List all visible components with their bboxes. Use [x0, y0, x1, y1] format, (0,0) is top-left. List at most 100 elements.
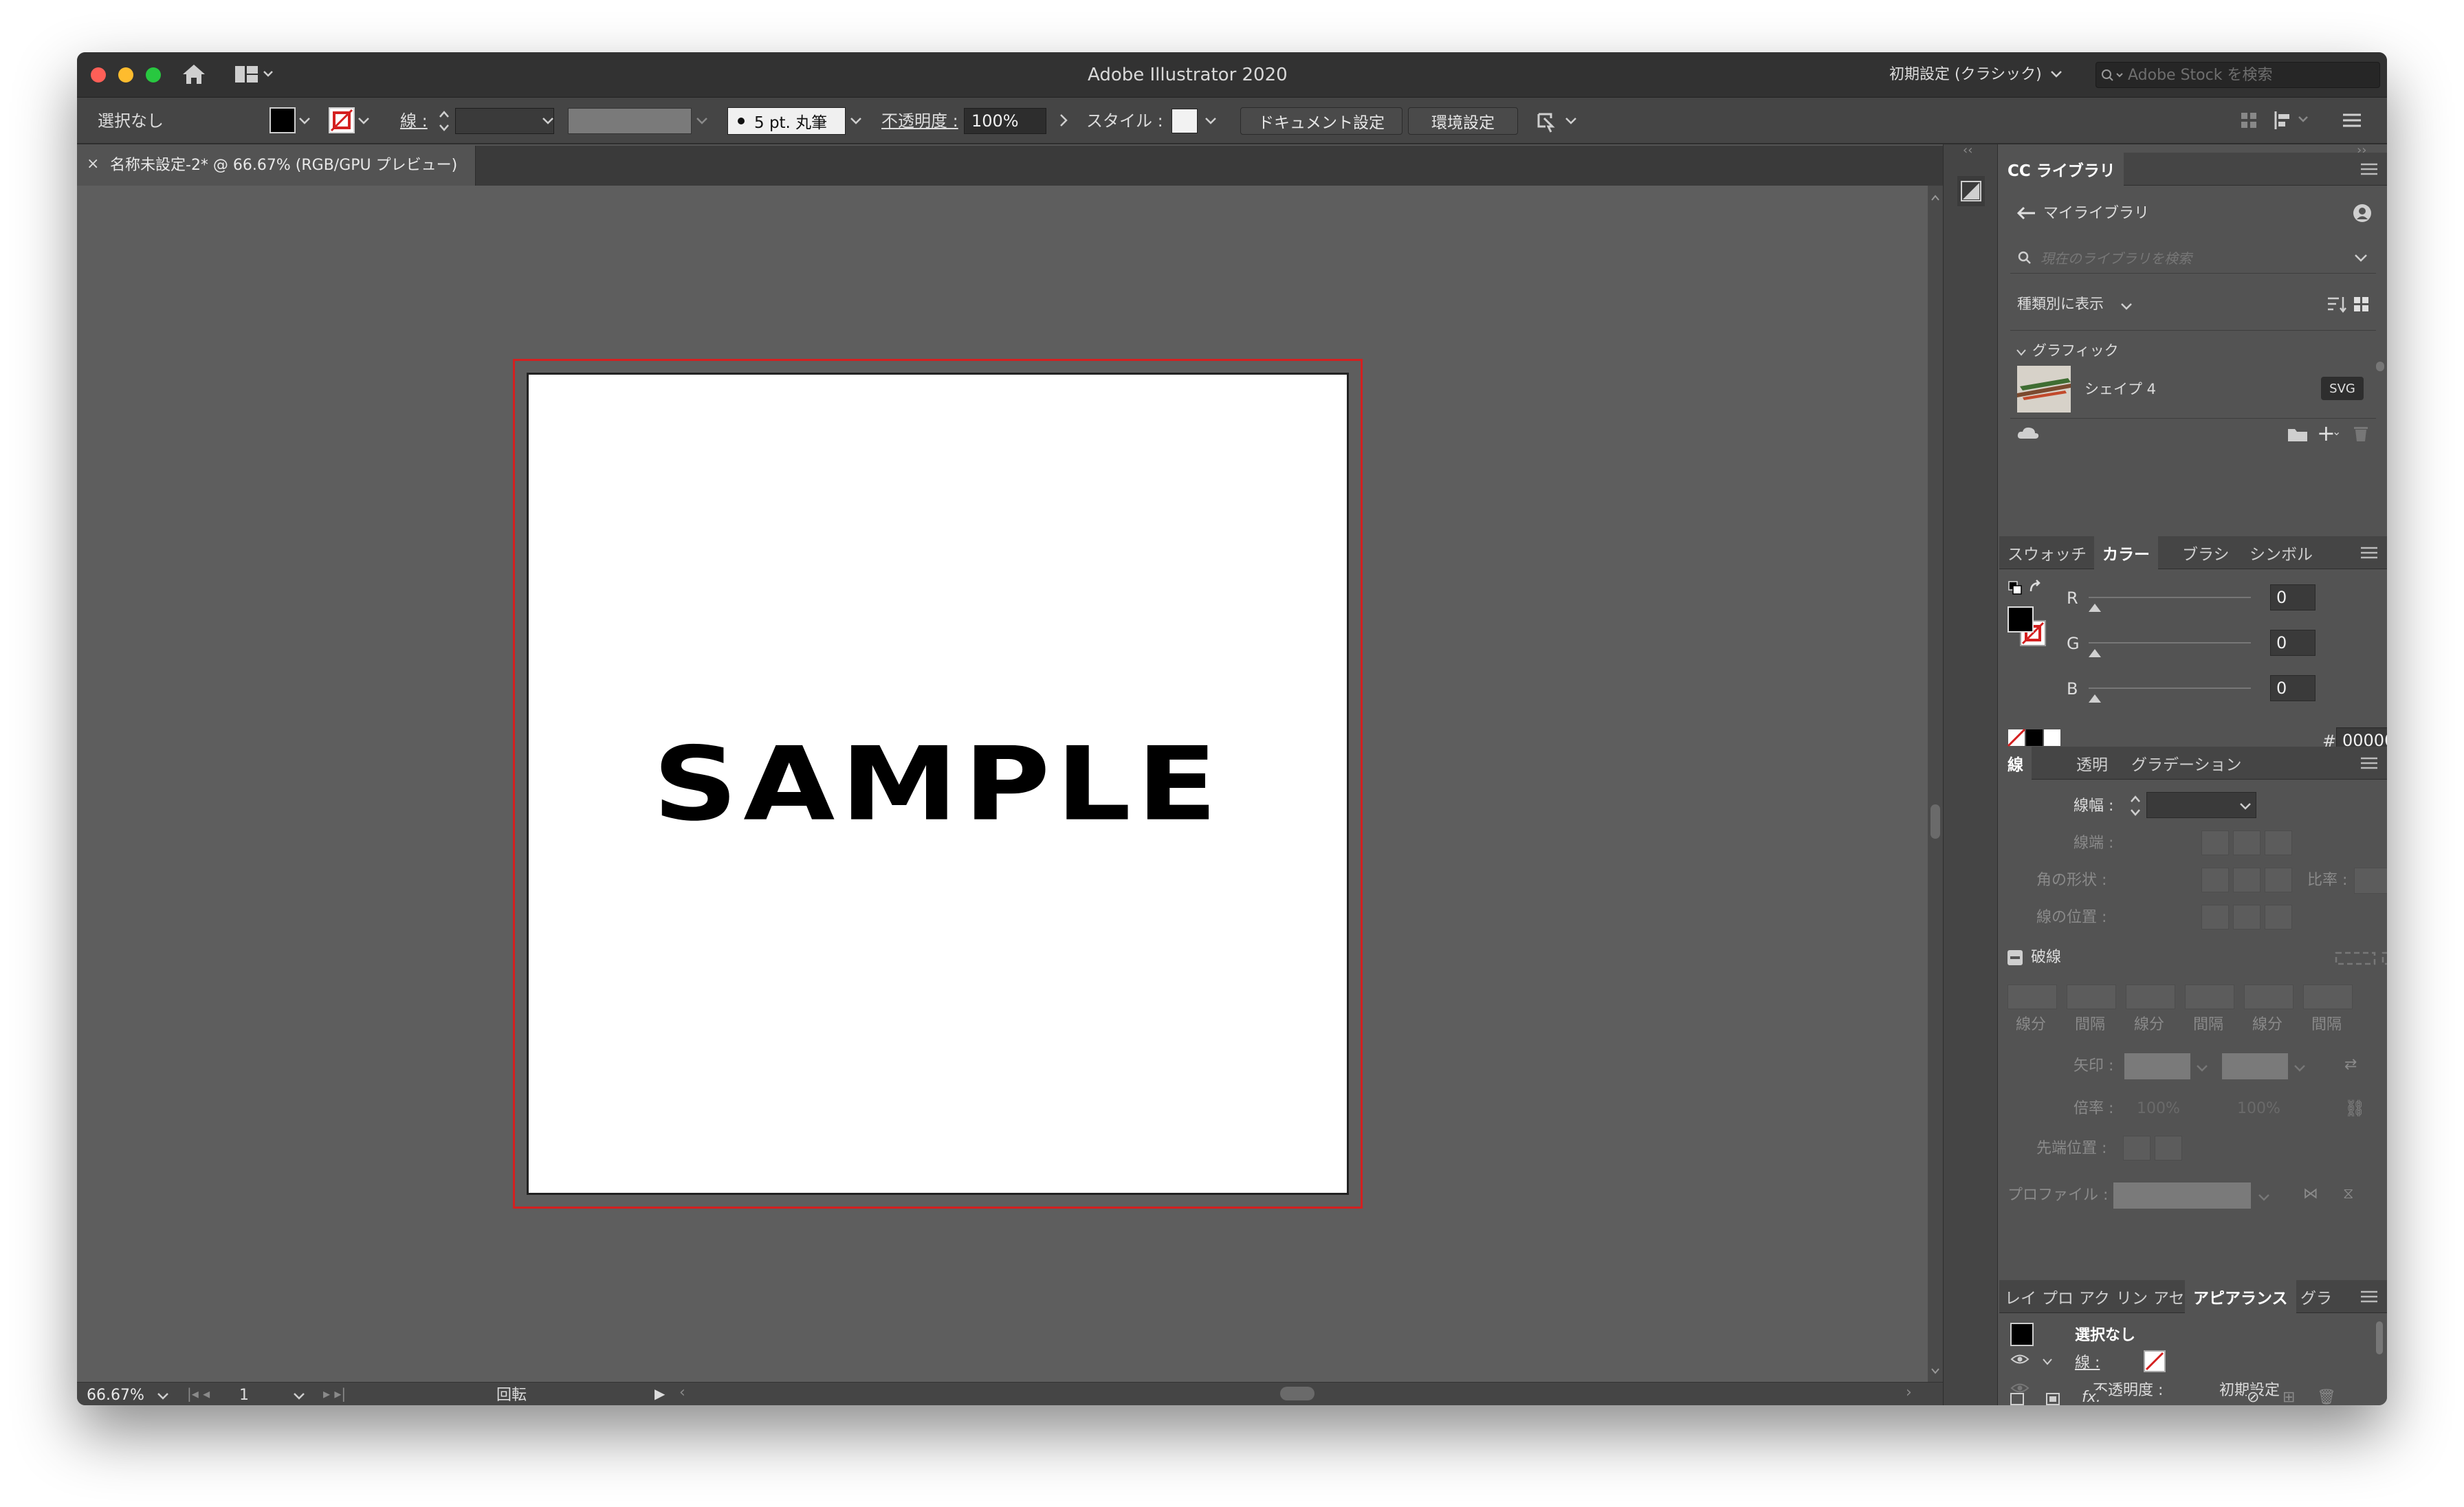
- delete-trash-icon[interactable]: [2353, 425, 2369, 446]
- r-slider[interactable]: [2089, 597, 2251, 598]
- artboard[interactable]: SAMPLE: [527, 373, 1349, 1195]
- b-slider[interactable]: [2089, 688, 2251, 689]
- brush-definition[interactable]: 5 pt. 丸筆: [727, 107, 846, 135]
- workspace-switcher[interactable]: 初期設定 (クラシック): [1889, 67, 2042, 82]
- add-chevron-icon[interactable]: ⌄: [2332, 426, 2341, 437]
- g-slider[interactable]: [2089, 642, 2251, 644]
- stroke-weight-input[interactable]: [455, 108, 554, 134]
- stroke-weight-chevron-icon[interactable]: [542, 116, 554, 129]
- sample-artwork-text[interactable]: SAMPLE: [652, 725, 1222, 844]
- artboard-chevron-icon[interactable]: [293, 1391, 305, 1404]
- cc-libraries-menu-icon[interactable]: [2361, 162, 2377, 179]
- section-collapse-chevron-icon[interactable]: [2016, 346, 2027, 360]
- align-stroke-buttons[interactable]: [2201, 905, 2294, 930]
- cc-libraries-tab[interactable]: CC ライブラリ: [1999, 153, 2124, 186]
- weight-chevron-icon[interactable]: [2239, 802, 2252, 811]
- cc-libraries-panel-icon[interactable]: [1957, 176, 1985, 206]
- control-bar-menu-icon[interactable]: [2343, 113, 2361, 131]
- view-by-type-dropdown[interactable]: 種類別に表示: [2017, 297, 2104, 311]
- scroll-right-icon[interactable]: ›: [1906, 1385, 1912, 1400]
- opacity-input[interactable]: 100%: [964, 108, 1046, 134]
- stroke-weight-field[interactable]: [2146, 792, 2256, 818]
- end-arrow-chevron-icon[interactable]: [2294, 1063, 2306, 1076]
- add-new-fill-icon[interactable]: [2046, 1393, 2060, 1405]
- dashed-line-checkbox[interactable]: [2008, 950, 2023, 965]
- width-profile-select[interactable]: [2113, 1182, 2251, 1209]
- dash-field-1[interactable]: [2008, 984, 2057, 1009]
- symbols-tab[interactable]: シンボル: [2241, 536, 2321, 569]
- fill-dropdown-chevron-icon[interactable]: [298, 116, 311, 129]
- r-value-input[interactable]: 0: [2270, 584, 2316, 610]
- stroke-panel-menu-icon[interactable]: [2361, 756, 2377, 773]
- fill-color-box[interactable]: [2008, 606, 2034, 632]
- library-search-field[interactable]: 現在のライブラリを検索: [2010, 242, 2376, 274]
- collaborators-icon[interactable]: [2351, 202, 2373, 227]
- swap-arrowheads-icon[interactable]: ⇄: [2344, 1057, 2357, 1072]
- opacity-arrow-icon[interactable]: [1059, 113, 1068, 131]
- miter-ratio-field[interactable]: [2354, 868, 2387, 894]
- gradient-tab[interactable]: グラデーション: [2123, 747, 2250, 780]
- first-artboard-icon[interactable]: |◂ ◂: [187, 1387, 210, 1400]
- end-arrowhead-select[interactable]: [2222, 1053, 2288, 1079]
- cap-buttons[interactable]: [2201, 830, 2294, 855]
- document-setup-button[interactable]: ドキュメント設定: [1240, 107, 1402, 135]
- horizontal-scroll-thumb[interactable]: [1280, 1387, 1314, 1400]
- g-value-input[interactable]: 0: [2270, 630, 2316, 656]
- stroke-none-swatch[interactable]: [329, 107, 355, 133]
- visibility-eye-icon[interactable]: [2010, 1353, 2030, 1368]
- dash-field-2[interactable]: [2126, 984, 2175, 1009]
- weight-stepper-icon[interactable]: [2128, 792, 2142, 822]
- graphic-style-swatch[interactable]: [1172, 109, 1198, 133]
- scroll-up-icon[interactable]: [1930, 191, 1940, 204]
- graphic-styles-tab[interactable]: グラ: [2295, 1280, 2338, 1313]
- grid-view-icon[interactable]: [2353, 296, 2370, 316]
- align-objects-icon[interactable]: [2273, 110, 2314, 133]
- close-tab-icon[interactable]: ×: [87, 157, 99, 172]
- transparency-tab[interactable]: 透明: [2068, 747, 2116, 780]
- gap-field-1[interactable]: [2067, 984, 2116, 1009]
- view-by-chevron-icon[interactable]: [2120, 301, 2133, 314]
- r-slider-handle[interactable]: [2089, 604, 2101, 612]
- preferences-button[interactable]: 環境設定: [1408, 107, 1518, 135]
- stroke-expand-chevron-icon[interactable]: [2042, 1356, 2053, 1369]
- expand-panels-icon[interactable]: ‹‹: [1963, 144, 1972, 157]
- new-folder-icon[interactable]: [2287, 426, 2309, 446]
- close-window-button[interactable]: [91, 67, 106, 82]
- quick-actions-icon[interactable]: [1534, 109, 1584, 136]
- layers-tab[interactable]: レイ: [1999, 1280, 2042, 1313]
- align-grid-icon[interactable]: [2240, 111, 2258, 132]
- default-colors-icon[interactable]: [2008, 580, 2023, 598]
- vertical-scroll-thumb[interactable]: [1930, 804, 1940, 839]
- appearance-stroke-swatch[interactable]: [2144, 1350, 2166, 1372]
- link-scale-icon[interactable]: ⛓: [2344, 1100, 2365, 1116]
- document-tab[interactable]: × 名称未設定-2* @ 66.67% (RGB/GPU プレビュー): [77, 146, 476, 186]
- b-value-input[interactable]: 0: [2270, 675, 2316, 701]
- asset-export-tab[interactable]: アセ: [2148, 1280, 2190, 1313]
- variable-width-profile[interactable]: [568, 108, 692, 134]
- flip-across-icon[interactable]: ⧖: [2343, 1187, 2353, 1202]
- back-arrow-icon[interactable]: [2016, 205, 2036, 224]
- properties-tab[interactable]: プロ: [2036, 1280, 2079, 1313]
- swatches-tab[interactable]: スウォッチ: [1999, 536, 2095, 569]
- swap-colors-icon[interactable]: [2028, 579, 2045, 598]
- scroll-down-icon[interactable]: [1930, 1364, 1940, 1377]
- library-scroll-thumb[interactable]: [2376, 362, 2384, 371]
- artboard-number-input[interactable]: 1: [239, 1388, 249, 1403]
- profile-chevron-icon[interactable]: [696, 116, 708, 129]
- b-slider-handle[interactable]: [2089, 694, 2101, 703]
- color-panel-menu-icon[interactable]: [2361, 546, 2377, 562]
- start-scale-field[interactable]: 100%: [2137, 1101, 2180, 1116]
- sort-icon[interactable]: [2326, 294, 2347, 318]
- home-icon[interactable]: [180, 62, 208, 89]
- start-arrowhead-select[interactable]: [2124, 1053, 2190, 1079]
- stroke-tab[interactable]: 線: [1999, 747, 2032, 780]
- appearance-opacity-label[interactable]: 不透明度 :: [2093, 1383, 2163, 1398]
- start-arrow-chevron-icon[interactable]: [2196, 1063, 2208, 1076]
- library-dropdown-chevron-icon[interactable]: [2354, 253, 2368, 263]
- style-chevron-icon[interactable]: [1204, 116, 1217, 129]
- corner-buttons[interactable]: [2201, 868, 2294, 892]
- gap-field-3[interactable]: [2303, 984, 2353, 1009]
- g-slider-handle[interactable]: [2089, 649, 2101, 657]
- actions-tab[interactable]: アク: [2074, 1280, 2115, 1313]
- appearance-tab[interactable]: アピアランス: [2185, 1280, 2296, 1313]
